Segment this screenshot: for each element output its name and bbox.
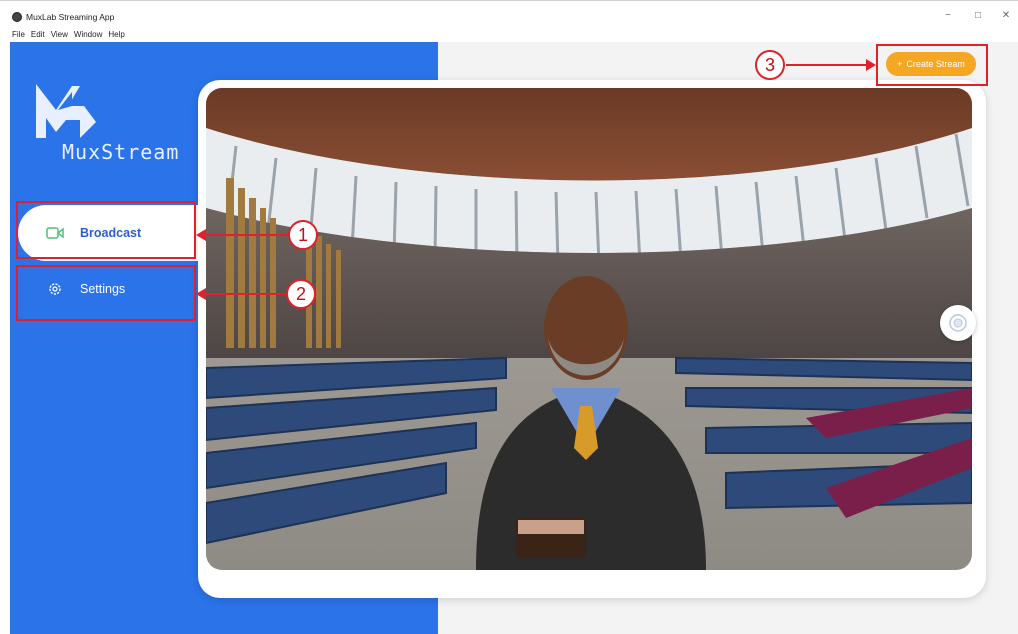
- annotation-number-1: 1: [288, 220, 318, 250]
- menu-help[interactable]: Help: [108, 28, 124, 42]
- annotation-box-settings: [16, 265, 196, 321]
- app-icon: [12, 12, 22, 22]
- brand-name: MuxStream: [62, 140, 180, 164]
- annotation-arrow-2: [196, 288, 286, 300]
- menu-edit[interactable]: Edit: [31, 28, 45, 42]
- annotation-box-create-stream: [876, 44, 988, 86]
- maximize-button[interactable]: □: [970, 10, 986, 21]
- video-preview: [206, 88, 972, 570]
- close-button[interactable]: ✕: [998, 10, 1014, 21]
- joystick-icon[interactable]: [940, 305, 976, 341]
- annotation-box-broadcast: [16, 201, 196, 259]
- menu-bar: File Edit View Window Help: [0, 28, 1018, 42]
- window-title: MuxLab Streaming App: [26, 12, 115, 22]
- annotation-arrow-3: [786, 59, 876, 71]
- title-bar: MuxLab Streaming App − □ ✕: [0, 0, 1018, 28]
- muxstream-logo-icon: [32, 80, 142, 140]
- menu-file[interactable]: File: [12, 28, 25, 42]
- annotation-number-2: 2: [286, 279, 316, 309]
- menu-window[interactable]: Window: [74, 28, 102, 42]
- app-window: MuxLab Streaming App − □ ✕ File Edit Vie…: [0, 0, 1018, 634]
- annotation-arrow-1: [196, 229, 288, 241]
- church-background-with-presenter-icon: [206, 88, 972, 570]
- annotation-number-3: 3: [755, 50, 785, 80]
- menu-view[interactable]: View: [51, 28, 68, 42]
- minimize-button[interactable]: −: [940, 10, 956, 21]
